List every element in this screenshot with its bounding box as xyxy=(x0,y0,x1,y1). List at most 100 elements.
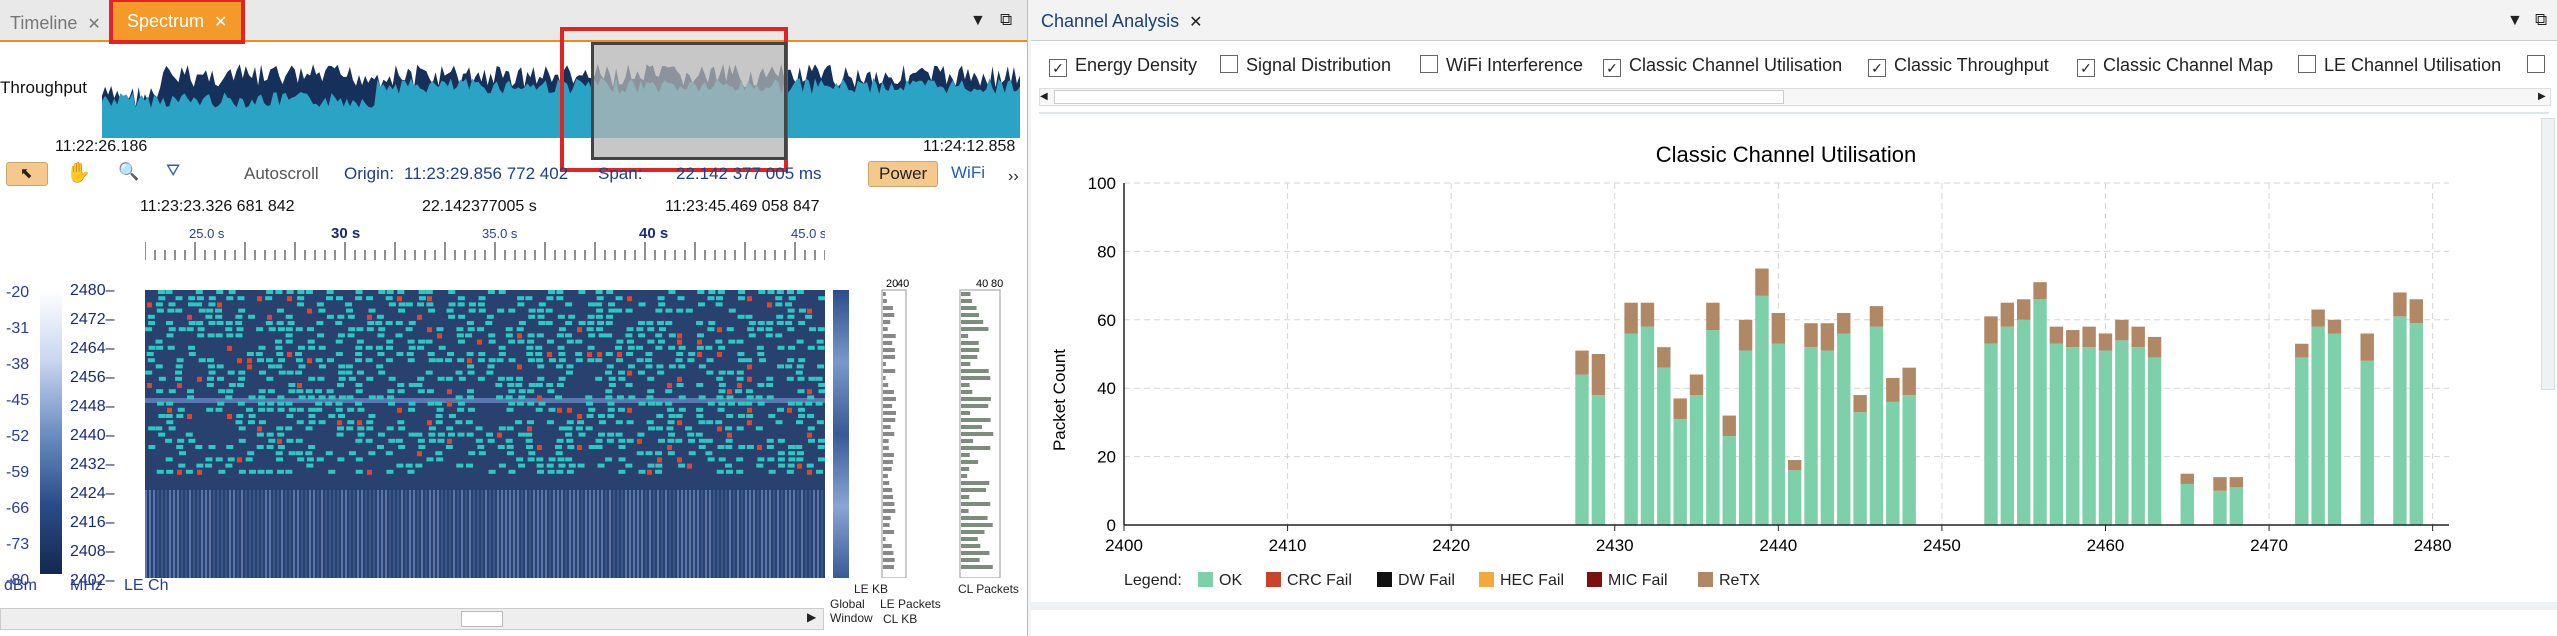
tab-channel-analysis[interactable]: Channel Analysis ✕ xyxy=(1033,4,1211,38)
spectrum-cell xyxy=(566,339,574,344)
autoscroll-toggle[interactable]: Autoscroll xyxy=(244,164,319,184)
restore-window-icon[interactable]: ⧉ xyxy=(1000,10,1012,30)
pan-hand-icon[interactable]: ✋ xyxy=(66,160,91,185)
close-icon[interactable]: ✕ xyxy=(1189,14,1202,31)
checkbox-classic-channel-map[interactable]: ✓ Classic Channel Map xyxy=(2077,54,2273,77)
checkbox-le-channel-utilisation[interactable]: LE Channel Utilisation xyxy=(2298,54,2501,76)
checkbox-energy-density[interactable]: ✓ Energy Density xyxy=(1049,54,1197,77)
chevron-down-icon[interactable]: ▼ xyxy=(2507,12,2523,30)
spectrum-cell xyxy=(318,395,326,400)
noise-stripe xyxy=(181,490,183,578)
spectrum-cell xyxy=(385,345,393,350)
noise-stripe xyxy=(325,490,327,578)
spectrum-cell xyxy=(305,290,313,294)
checkbox-signal-distribution[interactable]: Signal Distribution xyxy=(1220,54,1391,76)
checkbox-overflow[interactable] xyxy=(2527,54,2553,76)
bar-retx xyxy=(2131,326,2145,348)
bar-ok xyxy=(2409,323,2423,525)
checkbox-box[interactable] xyxy=(2527,55,2545,73)
close-icon[interactable]: ✕ xyxy=(214,14,227,31)
checkbox-box[interactable] xyxy=(1220,55,1238,73)
marker-icon[interactable]: ⛛ xyxy=(166,161,180,181)
horizontal-scrollbar[interactable]: ▶ xyxy=(0,608,824,630)
spectrum-cell xyxy=(267,389,275,394)
spectrum-cell xyxy=(386,426,394,431)
checkbox-box[interactable]: ✓ xyxy=(2077,59,2095,77)
spectrum-cell xyxy=(366,420,374,425)
noise-stripe xyxy=(513,490,515,578)
spectrum-cell xyxy=(538,302,546,307)
noise-stripe xyxy=(737,490,739,578)
restore-window-icon[interactable]: ⧉ xyxy=(2535,10,2547,30)
tab-spectrum[interactable]: Spectrum ✕ xyxy=(108,0,246,44)
spectrum-cell xyxy=(226,389,234,394)
wifi-button[interactable]: WiFi xyxy=(941,161,995,185)
scrollbar-thumb[interactable] xyxy=(1054,90,1784,104)
spectrum-cell xyxy=(425,339,433,344)
ruler-start-time: 11:23:23.326 681 842 xyxy=(140,198,295,215)
noise-stripe xyxy=(253,490,255,578)
noise-stripe xyxy=(617,490,619,578)
checkbox-classic-channel-utilisation[interactable]: ✓ Classic Channel Utilisation xyxy=(1603,54,1842,77)
noise-stripe xyxy=(289,490,291,578)
scroll-right-icon[interactable]: ▶ xyxy=(2538,91,2546,102)
spectrum-cell xyxy=(557,457,565,462)
spectrum-cell xyxy=(746,414,754,418)
chevron-down-icon[interactable]: ▼ xyxy=(970,12,986,30)
spectrum-cell xyxy=(716,469,724,474)
spectrum-cell xyxy=(258,420,266,425)
spectrum-cell xyxy=(158,296,166,301)
vertical-scrollbar[interactable] xyxy=(2541,118,2555,390)
checkbox-classic-throughput[interactable]: ✓ Classic Throughput xyxy=(1868,54,2049,77)
spectrum-cell xyxy=(547,469,555,474)
spectrum-cell xyxy=(647,401,655,406)
checkbox-box[interactable]: ✓ xyxy=(1868,59,1886,77)
overview-selection-window[interactable] xyxy=(591,42,787,160)
spectrum-cell xyxy=(675,438,683,443)
spectrum-cell xyxy=(337,457,345,462)
spectrum-cell xyxy=(165,457,173,462)
spectrum-cell xyxy=(807,395,815,400)
noise-stripe xyxy=(597,490,599,578)
bar-ok xyxy=(1657,367,1671,525)
spectrum-cell xyxy=(488,358,496,363)
y-tick-label: 0 xyxy=(1107,516,1116,535)
noise-stripe xyxy=(577,490,579,578)
spectrum-cell xyxy=(145,370,153,375)
spectrum-cell xyxy=(478,308,486,313)
close-icon[interactable]: ✕ xyxy=(87,16,100,33)
spectrum-cell xyxy=(606,314,614,319)
overflow-chevron-icon[interactable]: ›› xyxy=(1008,168,1019,186)
spectrum-cell xyxy=(288,389,296,394)
spectrogram[interactable] xyxy=(145,290,825,578)
spectrum-cell xyxy=(586,414,594,418)
noise-stripe xyxy=(797,490,799,578)
dbm-tick-label: -38 xyxy=(6,356,30,373)
scroll-left-icon[interactable]: ◀ xyxy=(1040,91,1048,102)
scroll-right-icon[interactable]: ▶ xyxy=(807,610,816,624)
spectrum-cell xyxy=(667,451,675,456)
noise-stripe xyxy=(669,490,671,578)
tab-timeline[interactable]: Timeline ✕ xyxy=(2,6,109,40)
spectrum-cell xyxy=(547,352,552,357)
spectrum-cell xyxy=(385,358,393,363)
checkbox-box[interactable] xyxy=(2298,55,2316,73)
checkbox-box[interactable]: ✓ xyxy=(1603,59,1621,77)
scrollbar-thumb[interactable] xyxy=(461,611,503,627)
checkbox-box[interactable] xyxy=(1420,55,1438,73)
spectrum-cell xyxy=(515,376,523,381)
spectrum-cell xyxy=(558,463,566,468)
spectrum-cell xyxy=(608,308,616,313)
zoom-icon[interactable]: 🔍 xyxy=(118,162,139,182)
spectrum-cell xyxy=(606,290,614,294)
checkbox-box[interactable]: ✓ xyxy=(1049,59,1067,77)
power-button[interactable]: Power xyxy=(868,161,939,187)
channel-utilisation-chart[interactable]: Classic Channel Utilisation Packet Count… xyxy=(1031,130,2531,600)
spectrum-cell xyxy=(676,308,684,313)
histogram-bar xyxy=(961,558,980,562)
checkbox-wifi-interference[interactable]: WiFi Interference xyxy=(1420,54,1583,76)
select-tool-button[interactable]: ⬉ xyxy=(6,162,48,186)
options-scrollbar[interactable]: ◀ ▶ xyxy=(1039,88,2551,106)
spectrum-cell xyxy=(766,321,774,325)
noise-stripe xyxy=(205,490,207,578)
